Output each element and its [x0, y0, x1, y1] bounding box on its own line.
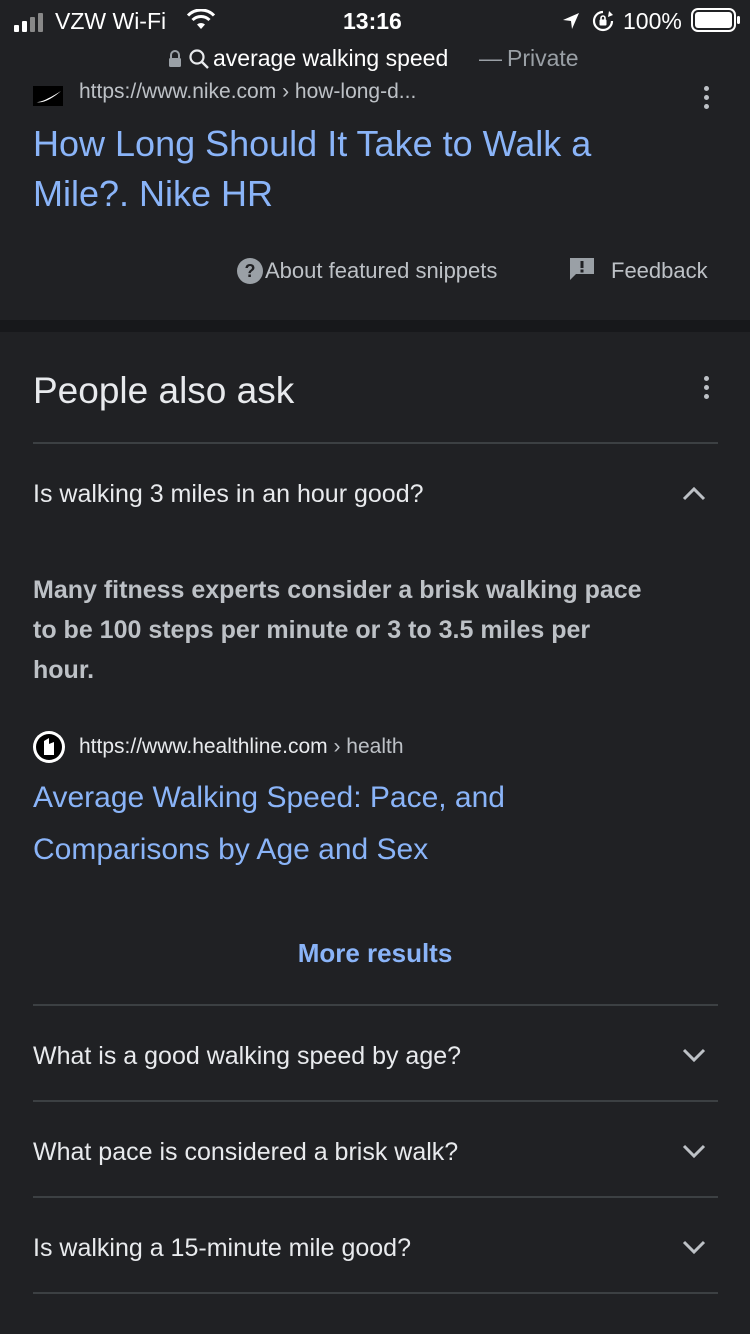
chevron-down-icon[interactable]: [682, 1048, 706, 1064]
private-mode-label: Private: [507, 45, 579, 71]
divider: [33, 1292, 718, 1294]
answer-link-line2[interactable]: Comparisons by Age and Sex: [33, 827, 428, 873]
answer-line: Many fitness experts consider a brisk wa…: [33, 576, 642, 604]
featured-snippet-card: https://www.nike.com › how-long-d... How…: [0, 76, 750, 320]
chevron-up-icon[interactable]: [682, 485, 706, 501]
url-separator: —: [479, 45, 502, 71]
answer-line: to be 100 steps per minute or 3 to 3.5 m…: [33, 616, 591, 644]
answer-text: Many fitness experts consider a brisk wa…: [33, 570, 723, 690]
search-query: average walking speed: [213, 45, 449, 71]
question-text[interactable]: What is a good walking speed by age?: [33, 1042, 461, 1071]
address-bar[interactable]: average walking speed — Private: [0, 42, 750, 76]
source-domain: https://www.healthline.com: [79, 735, 328, 758]
divider: [33, 1004, 718, 1006]
signal-icon: [14, 13, 43, 32]
more-results-button[interactable]: More results: [0, 938, 750, 969]
nike-favicon: [33, 86, 63, 106]
more-options-icon[interactable]: [701, 86, 711, 116]
rotation-lock-icon: [592, 10, 614, 32]
section-divider: [0, 320, 750, 332]
battery-percent: 100%: [623, 8, 682, 34]
source-path: › health: [327, 735, 404, 758]
divider: [33, 442, 718, 444]
clock: 13:16: [343, 8, 402, 34]
divider: [33, 1196, 718, 1198]
location-icon: [563, 13, 579, 29]
question-text[interactable]: What pace is considered a brisk walk?: [33, 1138, 458, 1167]
lock-icon: [169, 50, 181, 67]
question-text[interactable]: Is walking 3 miles in an hour good?: [33, 480, 424, 509]
feedback-link[interactable]: Feedback: [611, 258, 708, 284]
help-icon[interactable]: ?: [236, 257, 264, 285]
feedback-icon[interactable]: [568, 256, 596, 282]
answer-link-line1[interactable]: Average Walking Speed: Pace, and: [33, 775, 505, 821]
answer-source-url[interactable]: https://www.healthline.com › health: [79, 735, 404, 759]
healthline-favicon: [33, 731, 65, 763]
search-icon: [189, 49, 209, 69]
about-featured-snippets-link[interactable]: About featured snippets: [265, 258, 497, 284]
source-url[interactable]: https://www.nike.com › how-long-d...: [79, 80, 416, 104]
answer-line: hour.: [33, 656, 95, 684]
status-bar: VZW Wi-Fi 13:16 100%: [0, 0, 750, 42]
chevron-down-icon[interactable]: [682, 1240, 706, 1256]
battery-icon: [691, 8, 740, 32]
result-title-line1[interactable]: How Long Should It Take to Walk a: [33, 120, 591, 168]
result-title-line2[interactable]: Mile?. Nike HR: [33, 170, 273, 218]
question-text[interactable]: Is walking a 15-minute mile good?: [33, 1234, 411, 1263]
carrier-label: VZW Wi-Fi: [55, 8, 167, 34]
section-heading: People also ask: [33, 370, 295, 411]
chevron-down-icon[interactable]: [682, 1144, 706, 1160]
divider: [33, 1100, 718, 1102]
more-options-icon[interactable]: [701, 376, 711, 406]
wifi-icon: [186, 9, 216, 29]
svg-text:?: ?: [245, 261, 256, 281]
